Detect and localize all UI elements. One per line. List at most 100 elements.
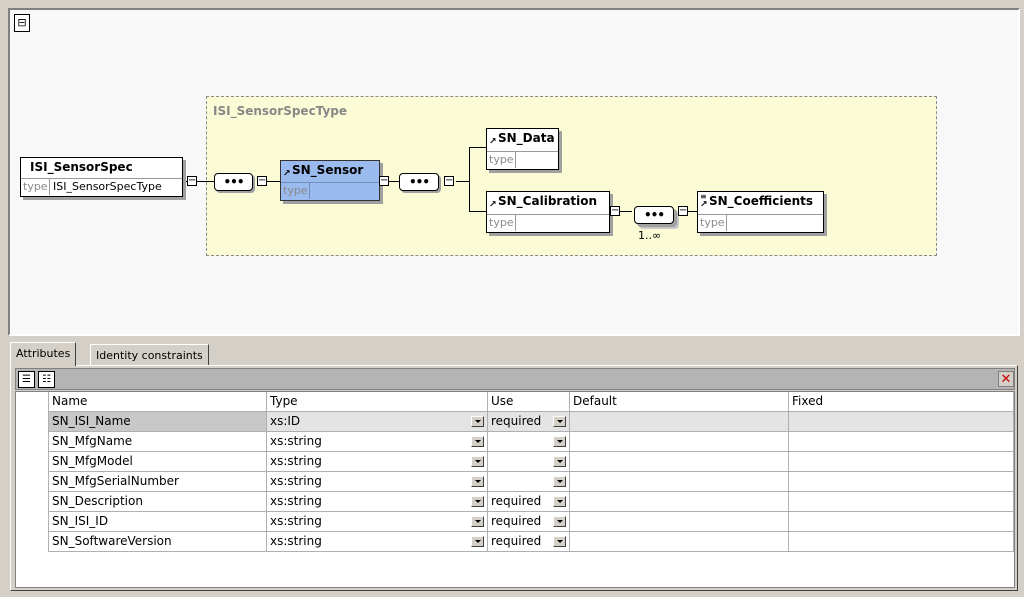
element-type-row: type (487, 151, 558, 169)
attribute-default-cell[interactable] (570, 412, 789, 432)
element-name: SN_Sensor (292, 163, 364, 177)
dropdown-arrow-icon[interactable] (553, 496, 566, 507)
element-sn-sensor[interactable]: ↗ SN_Sensor type (280, 160, 380, 201)
attribute-use-cell[interactable]: required (488, 492, 570, 512)
attribute-fixed-cell[interactable] (789, 412, 1014, 432)
dropdown-arrow-icon[interactable] (471, 536, 484, 547)
dropdown-arrow-icon[interactable] (471, 496, 484, 507)
attribute-name-cell[interactable]: SN_ISI_Name (49, 412, 267, 432)
use-value: required (491, 534, 542, 548)
attribute-default-cell[interactable] (570, 532, 789, 552)
schema-diagram-pane[interactable]: ⊟ ISI_SensorSpecType ISI_SensorSpec type… (8, 8, 1020, 336)
dropdown-arrow-icon[interactable] (553, 456, 566, 467)
attribute-fixed-cell[interactable] (789, 452, 1014, 472)
table-row[interactable]: SN_ISI_Name xs:ID required (16, 412, 1014, 432)
row-gutter (16, 452, 49, 472)
sequence-icon: ••• (643, 208, 665, 222)
attribute-default-cell[interactable] (570, 492, 789, 512)
table-row[interactable]: SN_Description xs:string required (16, 492, 1014, 512)
attribute-name-cell[interactable]: SN_ISI_ID (49, 512, 267, 532)
column-header-default[interactable]: Default (570, 392, 789, 412)
attribute-fixed-cell[interactable] (789, 532, 1014, 552)
element-sn-calibration[interactable]: ↗ SN_Calibration type (486, 191, 610, 233)
attribute-type-cell[interactable]: xs:ID (267, 412, 488, 432)
dropdown-arrow-icon[interactable] (471, 416, 484, 427)
attribute-name-cell[interactable]: SN_SoftwareVersion (49, 532, 267, 552)
attribute-type-cell[interactable]: xs:string (267, 532, 488, 552)
sequence-icon: ••• (408, 175, 430, 189)
row-gutter (16, 392, 49, 412)
type-key: type (21, 179, 50, 195)
attribute-use-cell[interactable]: required (488, 412, 570, 432)
attribute-type-cell[interactable]: xs:string (267, 472, 488, 492)
dropdown-arrow-icon[interactable] (553, 536, 566, 547)
type-value: xs:string (270, 494, 322, 508)
dropdown-arrow-icon[interactable] (553, 436, 566, 447)
append-attribute-icon[interactable]: ☰ (18, 371, 35, 388)
collapse-expander[interactable]: − (610, 206, 620, 216)
attribute-fixed-cell[interactable] (789, 492, 1014, 512)
collapse-expander[interactable]: − (379, 176, 389, 186)
attribute-fixed-cell[interactable] (789, 512, 1014, 532)
attribute-default-cell[interactable] (570, 432, 789, 452)
tab-identity-constraints[interactable]: Identity constraints (90, 344, 209, 365)
attribute-name-cell[interactable]: SN_MfgName (49, 432, 267, 452)
insert-attribute-icon[interactable]: ☷ (38, 371, 55, 388)
type-value: xs:string (270, 514, 322, 528)
element-name: SN_Calibration (498, 194, 598, 208)
table-row[interactable]: SN_SoftwareVersion xs:string required (16, 532, 1014, 552)
attribute-fixed-cell[interactable] (789, 472, 1014, 492)
attribute-use-cell[interactable] (488, 472, 570, 492)
collapse-expander[interactable]: − (678, 206, 688, 216)
attribute-name-cell[interactable]: SN_Description (49, 492, 267, 512)
dropdown-arrow-icon[interactable] (553, 416, 566, 427)
table-row[interactable]: SN_MfgName xs:string (16, 432, 1014, 452)
attribute-type-cell[interactable]: xs:string (267, 492, 488, 512)
attribute-use-cell[interactable]: required (488, 512, 570, 532)
column-header-use[interactable]: Use (488, 392, 570, 412)
attribute-fixed-cell[interactable] (789, 432, 1014, 452)
attribute-default-cell[interactable] (570, 452, 789, 472)
column-header-fixed[interactable]: Fixed (789, 392, 1014, 412)
collapse-expander[interactable]: − (257, 176, 267, 186)
sequence-compositor[interactable]: ••• (214, 173, 253, 191)
repeating-sequence-compositor[interactable]: ••• (634, 206, 674, 224)
type-value: ISI_SensorSpecType (53, 180, 162, 193)
tab-attributes[interactable]: Attributes (10, 342, 77, 366)
attribute-use-cell[interactable] (488, 432, 570, 452)
row-gutter (16, 412, 49, 432)
dropdown-arrow-icon[interactable] (471, 516, 484, 527)
attribute-use-cell[interactable] (488, 452, 570, 472)
attribute-type-cell[interactable]: xs:string (267, 432, 488, 452)
type-key: type (487, 152, 516, 168)
dropdown-arrow-icon[interactable] (471, 476, 484, 487)
table-row[interactable]: SN_ISI_ID xs:string required (16, 512, 1014, 532)
collapse-expander[interactable]: − (187, 176, 197, 186)
column-header-name[interactable]: Name (49, 392, 267, 412)
delete-attribute-button[interactable]: ✕ (998, 371, 1014, 387)
attribute-type-cell[interactable]: xs:string (267, 452, 488, 472)
attribute-name-cell[interactable]: SN_MfgModel (49, 452, 267, 472)
attribute-default-cell[interactable] (570, 512, 789, 532)
element-sn-coefficients[interactable]: ≡ ↗ SN_Coefficients type (697, 191, 824, 233)
attribute-use-cell[interactable]: required (488, 532, 570, 552)
attribute-type-cell[interactable]: xs:string (267, 512, 488, 532)
attribute-default-cell[interactable] (570, 472, 789, 492)
dropdown-arrow-icon[interactable] (553, 516, 566, 527)
type-key: type (698, 215, 727, 231)
element-isi-sensorspec[interactable]: ISI_SensorSpec type ISI_SensorSpecType (20, 157, 183, 197)
dropdown-arrow-icon[interactable] (471, 436, 484, 447)
attributes-panel: ☰ ☷ ✕ Name Type Use Default Fixed SN_ISI… (10, 365, 1018, 591)
header-row: Name Type Use Default Fixed (16, 392, 1014, 412)
attribute-name-cell[interactable]: SN_MfgSerialNumber (49, 472, 267, 492)
diagram-toggle-button[interactable]: ⊟ (14, 14, 30, 32)
table-row[interactable]: SN_MfgModel xs:string (16, 452, 1014, 472)
collapse-expander[interactable]: − (444, 176, 454, 186)
dropdown-arrow-icon[interactable] (553, 476, 566, 487)
type-key: type (281, 183, 310, 199)
sequence-compositor[interactable]: ••• (399, 173, 439, 191)
dropdown-arrow-icon[interactable] (471, 456, 484, 467)
table-row[interactable]: SN_MfgSerialNumber xs:string (16, 472, 1014, 492)
element-sn-data[interactable]: ↗ SN_Data type (486, 128, 559, 170)
column-header-type[interactable]: Type (267, 392, 488, 412)
